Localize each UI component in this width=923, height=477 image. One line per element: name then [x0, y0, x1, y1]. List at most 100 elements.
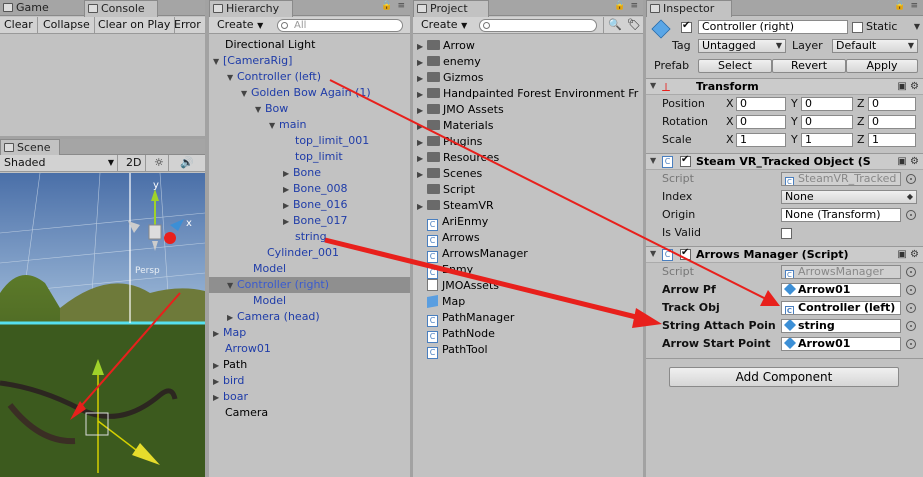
rotation-z-field[interactable]: 0 — [868, 115, 916, 129]
prefab-apply-button[interactable]: Apply — [846, 59, 918, 73]
hierarchy-item[interactable]: Model — [253, 293, 286, 309]
scene-viewport[interactable]: y x Persp — [0, 173, 205, 477]
arrows-manager-header[interactable]: ▼ C Arrows Manager (Script) ▣ ⚙ — [646, 246, 923, 263]
pane-options-icon[interactable]: 🔒 ≡ — [614, 1, 639, 11]
hierarchy-item[interactable]: Cylinder_001 — [267, 245, 339, 261]
object-picker-icon[interactable] — [906, 174, 916, 184]
component-settings-icon[interactable]: ▣ ⚙ — [897, 249, 919, 260]
hierarchy-item[interactable]: ▶ Path — [213, 357, 247, 373]
project-script[interactable]: C PathTool — [427, 342, 488, 359]
project-folder[interactable]: ▶ enemy — [417, 54, 481, 70]
project-folder[interactable]: ▶ JMO Assets — [417, 102, 504, 118]
tab-project[interactable]: Project — [413, 0, 489, 17]
tab-game[interactable]: Game — [0, 0, 70, 16]
project-script[interactable]: C ArrowsManager — [427, 246, 528, 263]
hierarchy-item[interactable]: ▶ Bone_016 — [283, 197, 348, 213]
hierarchy-item[interactable]: top_limit — [295, 149, 343, 165]
hierarchy-item[interactable]: ▼ Bow — [255, 101, 288, 117]
hierarchy-item[interactable]: string — [295, 229, 327, 245]
static-checkbox[interactable] — [852, 22, 863, 33]
scale-z-field[interactable]: 1 — [868, 133, 916, 147]
2d-toggle[interactable]: 2D — [122, 155, 147, 172]
project-folder[interactable]: ▶ Plugins — [417, 134, 482, 150]
track-obj-field[interactable]: C Controller (left) — [781, 301, 901, 315]
object-name-field[interactable]: Controller (right) — [698, 20, 848, 34]
component-settings-icon[interactable]: ▣ ⚙ — [897, 81, 919, 92]
transform-header[interactable]: ▼ ⟂ Transform ▣ ⚙ — [646, 78, 923, 95]
project-folder[interactable]: ▶ Gizmos — [417, 70, 484, 86]
hierarchy-item[interactable]: ▼ Golden Bow Again (1) — [241, 85, 371, 101]
object-picker-icon[interactable] — [906, 339, 916, 349]
rotation-y-field[interactable]: 0 — [801, 115, 853, 129]
hierarchy-search-input[interactable]: All — [277, 19, 403, 32]
origin-field[interactable]: None (Transform) — [781, 208, 901, 222]
project-create-dropdown[interactable]: Create ▼ — [417, 17, 471, 34]
hierarchy-item[interactable]: Directional Light — [225, 37, 315, 53]
tag-dropdown[interactable]: Untagged ▼ — [698, 39, 786, 53]
chevron-down-icon[interactable]: ▼ — [914, 22, 920, 31]
position-y-field[interactable]: 0 — [801, 97, 853, 111]
tab-inspector[interactable]: Inspector — [646, 0, 732, 17]
hierarchy-item[interactable]: ▶ Map — [213, 325, 246, 341]
clear-on-play-button[interactable]: Clear on Play — [94, 17, 176, 34]
project-script[interactable]: C PathManager — [427, 310, 514, 327]
hierarchy-item[interactable]: ▼ Controller (left) — [227, 69, 321, 85]
hierarchy-item[interactable]: top_limit_001 — [295, 133, 369, 149]
prefab-select-button[interactable]: Select — [698, 59, 772, 73]
project-folder[interactable]: ▶ Scenes — [417, 166, 482, 182]
project-folder[interactable]: Script — [417, 182, 475, 198]
active-checkbox[interactable] — [681, 20, 692, 33]
position-x-field[interactable]: 0 — [736, 97, 786, 111]
tab-hierarchy[interactable]: Hierarchy — [209, 0, 293, 17]
hierarchy-item[interactable]: Model — [253, 261, 286, 277]
shading-mode-dropdown[interactable]: Shaded ▼ — [0, 155, 118, 172]
prefab-revert-button[interactable]: Revert — [772, 59, 846, 73]
pane-options-icon[interactable]: 🔒 ≡ — [894, 1, 919, 11]
project-folder[interactable]: ▶ Handpainted Forest Environment Fr — [417, 86, 638, 102]
component-enabled-checkbox[interactable] — [680, 247, 691, 260]
hierarchy-item[interactable]: ▶ boar — [213, 389, 248, 405]
project-folder[interactable]: ▶ SteamVR — [417, 198, 494, 214]
clear-button[interactable]: Clear — [0, 17, 38, 34]
hierarchy-item[interactable]: ▶ Camera (head) — [227, 309, 320, 325]
hierarchy-item[interactable]: ▶ Bone_017 — [283, 213, 348, 229]
project-folder[interactable]: ▶ Materials — [417, 118, 493, 134]
add-component-button[interactable]: Add Component — [669, 367, 899, 387]
collapse-button[interactable]: Collapse — [39, 17, 95, 34]
tab-console[interactable]: Console — [84, 0, 158, 17]
filter-label-button[interactable]: 🏷 — [623, 17, 643, 34]
layer-dropdown[interactable]: Default ▼ — [832, 39, 918, 53]
project-script[interactable]: C Arrows — [427, 230, 480, 247]
object-picker-icon[interactable] — [906, 267, 916, 277]
string-attach-field[interactable]: string — [781, 319, 901, 333]
arrow-start-field[interactable]: Arrow01 — [781, 337, 901, 351]
object-picker-icon[interactable] — [906, 321, 916, 331]
audio-toggle[interactable]: 🔊 — [176, 155, 198, 172]
hierarchy-item[interactable]: Camera — [225, 405, 268, 421]
project-folder[interactable]: ▶ Resources — [417, 150, 499, 166]
is-valid-checkbox[interactable] — [781, 228, 792, 239]
component-settings-icon[interactable]: ▣ ⚙ — [897, 156, 919, 167]
object-picker-icon[interactable] — [906, 210, 916, 220]
steamvr-tracked-header[interactable]: ▼ C Steam VR_Tracked Object (S ▣ ⚙ — [646, 153, 923, 170]
hierarchy-item[interactable]: ▶ Bone — [283, 165, 321, 181]
component-enabled-checkbox[interactable] — [680, 154, 691, 167]
project-prefab[interactable]: Map — [427, 294, 465, 310]
project-asset[interactable]: JMOAssets — [427, 278, 499, 294]
hierarchy-item-selected[interactable]: ▼ Controller (right) — [227, 277, 329, 293]
tab-scene[interactable]: Scene — [0, 139, 60, 156]
object-picker-icon[interactable] — [906, 285, 916, 295]
project-search-input[interactable] — [479, 19, 597, 32]
project-script[interactable]: C PathNode — [427, 326, 495, 343]
index-dropdown[interactable]: None ◆ — [781, 190, 917, 204]
hierarchy-item[interactable]: ▶ bird — [213, 373, 244, 389]
rotation-x-field[interactable]: 0 — [736, 115, 786, 129]
error-pause-button[interactable]: Error P — [170, 17, 205, 34]
scale-y-field[interactable]: 1 — [801, 133, 853, 147]
hierarchy-item[interactable]: ▼ main — [269, 117, 306, 133]
position-z-field[interactable]: 0 — [868, 97, 916, 111]
object-picker-icon[interactable] — [906, 303, 916, 313]
project-folder[interactable]: ▶ Arrow — [417, 38, 475, 54]
arrow-pf-field[interactable]: Arrow01 — [781, 283, 901, 297]
hierarchy-create-dropdown[interactable]: Create ▼ — [213, 17, 267, 34]
